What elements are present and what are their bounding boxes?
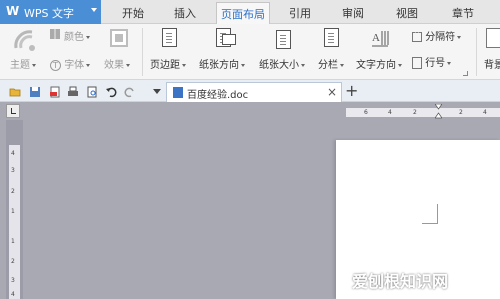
vruler-number: 3 [11, 277, 15, 284]
tab-start[interactable]: 开始 [116, 5, 150, 21]
dialog-launcher-icon[interactable] [463, 71, 468, 76]
fonts-icon: T [50, 60, 61, 71]
vruler-number: 1 [11, 238, 15, 245]
vruler-number: 4 [11, 291, 15, 298]
tab-review[interactable]: 审阅 [336, 5, 370, 21]
theme-button[interactable]: 主题 [10, 56, 36, 71]
save-icon[interactable] [29, 86, 41, 98]
separator-icon [412, 32, 422, 42]
page-background-icon [486, 28, 500, 48]
separator-label: 分隔符 [425, 32, 456, 43]
columns-icon [324, 28, 339, 47]
effects-icon [110, 29, 128, 47]
effects-label: 效果 [104, 60, 124, 71]
line-number-label: 行号 [425, 58, 446, 69]
vruler-number: 2 [11, 188, 15, 195]
tab-references[interactable]: 引用 [283, 5, 317, 21]
theme-label: 主题 [10, 60, 30, 71]
close-tab-icon[interactable]: × [327, 85, 337, 99]
vruler-number: 2 [11, 258, 15, 265]
vruler-number: 4 [11, 150, 15, 157]
vruler-number: 3 [11, 167, 15, 174]
paper-size-icon [276, 30, 291, 49]
open-folder-icon[interactable] [9, 86, 21, 98]
ribbon-separator [142, 28, 143, 76]
hruler-number: 6 [364, 109, 368, 116]
text-direction-button[interactable]: 文字方向 [356, 56, 402, 71]
paper-size-label: 纸张大小 [259, 60, 299, 71]
svg-text:A: A [372, 32, 380, 44]
vruler-number: 1 [11, 208, 15, 215]
orientation-label: 纸张方向 [199, 60, 239, 71]
theme-icon [12, 28, 40, 52]
new-tab-button[interactable]: + [345, 81, 358, 100]
print-preview-icon[interactable] [86, 86, 98, 98]
hruler-number: 4 [483, 109, 487, 116]
margin-corner-mark [422, 204, 438, 224]
redo-icon[interactable] [124, 86, 136, 98]
wps-logo: W [6, 4, 20, 18]
margins-button[interactable]: 页边距 [150, 56, 186, 71]
app-menu-button[interactable]: W WPS 文字 [0, 0, 101, 24]
tab-insert[interactable]: 插入 [168, 5, 202, 21]
separator-button[interactable]: 分隔符 [412, 28, 462, 43]
orientation-button[interactable]: 纸张方向 [199, 56, 245, 71]
colors-label: 颜色 [64, 32, 84, 43]
fonts-label: 字体 [64, 60, 85, 71]
hruler-number: 4 [388, 109, 392, 116]
toolbar-more-icon[interactable] [153, 89, 161, 94]
text-direction-label: 文字方向 [356, 60, 396, 71]
print-icon[interactable] [67, 86, 79, 98]
hruler-number: 2 [413, 109, 417, 116]
document-tab[interactable]: 百度经验.doc × [166, 82, 342, 102]
indent-marker[interactable] [434, 103, 443, 119]
hruler-number: 2 [459, 109, 463, 116]
document-tab-title: 百度经验.doc [187, 90, 249, 101]
text-direction-icon: A [370, 28, 390, 48]
tab-view[interactable]: 视图 [390, 5, 424, 21]
effects-button[interactable]: 效果 [104, 56, 130, 71]
undo-icon[interactable] [105, 86, 117, 98]
orientation-landscape-icon [222, 34, 236, 45]
margins-label: 页边距 [150, 60, 180, 71]
line-number-icon [412, 57, 422, 69]
doc-file-icon [173, 87, 183, 98]
watermark: 爱刨根知识网 [352, 272, 449, 291]
export-pdf-icon[interactable] [49, 86, 61, 98]
ribbon-separator [476, 28, 477, 76]
horizontal-ruler-text-area [346, 108, 500, 117]
ribbon: 主题 颜色 T 字体 效果 页边距 纸张方向 纸张大小 分栏 A 文字方向 分隔… [0, 24, 500, 80]
line-number-button[interactable]: 行号 [412, 54, 452, 69]
fonts-button[interactable]: T 字体 [50, 56, 91, 71]
app-name: WPS 文字 [24, 7, 74, 20]
tab-stop-selector[interactable] [6, 104, 20, 118]
tab-page-layout[interactable]: 页面布局 [216, 2, 270, 25]
columns-label: 分栏 [318, 60, 338, 71]
app-menu-caret-icon [91, 8, 97, 12]
tab-chapter[interactable]: 章节 [446, 5, 480, 21]
margins-icon [162, 28, 177, 47]
columns-button[interactable]: 分栏 [318, 56, 344, 71]
colors-icon [50, 29, 60, 39]
colors-button[interactable]: 颜色 [64, 28, 90, 43]
paper-size-button[interactable]: 纸张大小 [259, 56, 305, 71]
background-button[interactable]: 背景 [484, 56, 500, 71]
